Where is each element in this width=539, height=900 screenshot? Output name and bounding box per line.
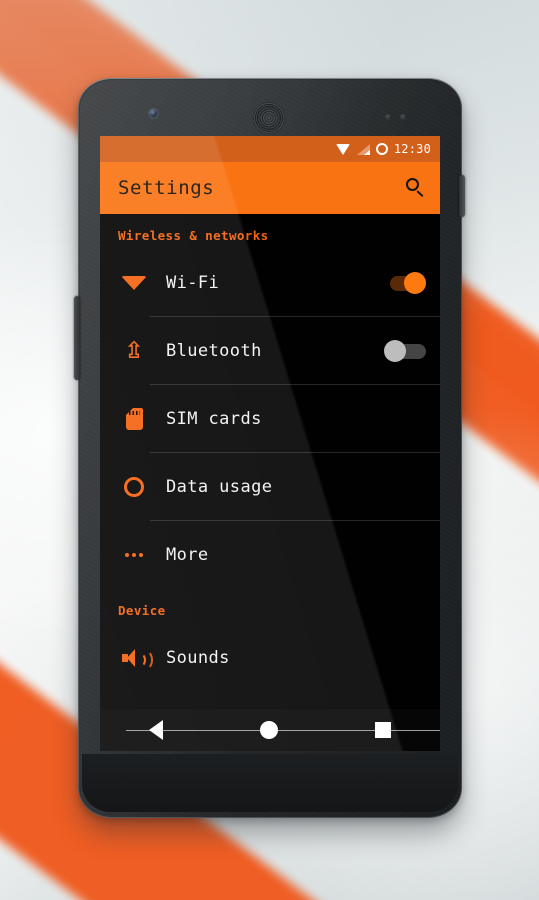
- wifi-toggle[interactable]: [382, 272, 426, 294]
- volume-rocker[interactable]: [74, 296, 80, 380]
- settings-row-bluetooth[interactable]: ⇫ Bluetooth: [100, 317, 440, 385]
- front-camera-icon: [149, 109, 158, 118]
- signal-icon: [356, 143, 370, 155]
- settings-row-more[interactable]: More: [100, 521, 440, 589]
- nav-hairline: [126, 730, 440, 731]
- page-title: Settings: [118, 177, 215, 199]
- settings-row-label: Wi-Fi: [166, 273, 220, 293]
- more-icon: [118, 553, 150, 557]
- settings-row-label: Bluetooth: [166, 341, 262, 361]
- phone-device: 12:30 Settings Wireless & networks Wi-Fi: [74, 78, 465, 818]
- status-bar: 12:30: [100, 136, 440, 162]
- navigation-bar: [100, 709, 440, 751]
- action-bar: Settings: [100, 162, 440, 214]
- bluetooth-toggle[interactable]: [382, 340, 426, 362]
- earpiece-speaker-icon: [254, 103, 284, 133]
- section-header-device: Device: [118, 603, 166, 618]
- settings-row-wifi[interactable]: Wi-Fi: [100, 249, 440, 317]
- settings-row-sim-cards[interactable]: SIM cards: [100, 385, 440, 453]
- phone-screen: 12:30 Settings Wireless & networks Wi-Fi: [100, 136, 440, 751]
- settings-row-sounds[interactable]: Sounds: [100, 624, 440, 692]
- settings-list[interactable]: Wireless & networks Wi-Fi ⇫ Bluetooth SI…: [100, 214, 440, 751]
- search-lens: [406, 178, 419, 191]
- settings-row-label: Data usage: [166, 477, 273, 497]
- bottom-bezel: [82, 754, 458, 812]
- recents-square-icon[interactable]: [375, 722, 392, 738]
- settings-row-data-usage[interactable]: Data usage: [100, 453, 440, 521]
- settings-row-label: SIM cards: [166, 409, 262, 429]
- toggle-knob: [404, 272, 426, 294]
- settings-row-label: Sounds: [166, 648, 230, 668]
- data-usage-icon: [118, 477, 150, 497]
- proximity-sensor-icon: [385, 114, 391, 120]
- section-header-wireless: Wireless & networks: [118, 228, 269, 243]
- search-handle: [416, 190, 424, 198]
- wifi-icon: [118, 275, 150, 291]
- sync-ring-icon: [375, 143, 388, 155]
- bluetooth-icon: ⇫: [124, 337, 144, 364]
- power-button[interactable]: [459, 175, 465, 217]
- search-icon[interactable]: [402, 175, 428, 201]
- home-circle-icon[interactable]: [259, 721, 278, 739]
- back-triangle-icon[interactable]: [148, 720, 163, 740]
- ambient-light-sensor-icon: [400, 114, 406, 120]
- sim-card-icon: [118, 408, 150, 430]
- settings-row-label: More: [166, 545, 209, 565]
- wifi-icon: [335, 143, 351, 155]
- toggle-knob: [384, 340, 406, 362]
- sounds-icon: [118, 649, 153, 670]
- status-bar-clock: 12:30: [393, 142, 431, 156]
